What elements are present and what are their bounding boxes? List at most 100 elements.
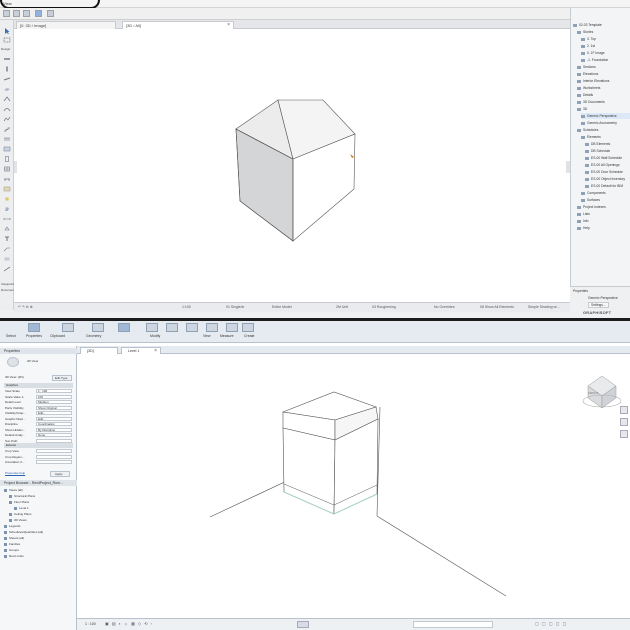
browser-item[interactable]: Structural Plans bbox=[9, 494, 35, 499]
browser-item[interactable]: Revit Links bbox=[4, 554, 24, 559]
railing-tool-icon[interactable] bbox=[3, 136, 11, 142]
marquee-tool-icon[interactable] bbox=[3, 37, 11, 43]
fill-tool-icon[interactable] bbox=[3, 256, 11, 262]
line-tool-icon[interactable] bbox=[3, 266, 11, 272]
paste-button[interactable] bbox=[62, 323, 74, 332]
status-3d-style[interactable]: Simple Shading w/... bbox=[528, 305, 560, 309]
property-value[interactable]: Edit... bbox=[36, 416, 72, 421]
navigator-item[interactable]: Details bbox=[577, 92, 630, 98]
navigator-item[interactable]: ES-00 Object Inventory bbox=[585, 176, 630, 182]
status-dimension[interactable]: 2M Unit bbox=[336, 305, 348, 309]
revit-3d-viewport[interactable]: FRONT bbox=[77, 354, 630, 618]
dimension-tool-icon[interactable] bbox=[3, 216, 11, 222]
text-tool-icon[interactable] bbox=[3, 236, 11, 242]
property-value[interactable]: By Discipline bbox=[36, 427, 72, 432]
stair-tool-icon[interactable] bbox=[3, 126, 11, 132]
pan-icon[interactable] bbox=[620, 430, 628, 438]
navigator-item[interactable]: Generic Axonometry bbox=[581, 120, 630, 126]
navigator-item[interactable]: Lists bbox=[577, 211, 630, 217]
navigator-item[interactable]: Generic Perspective bbox=[581, 113, 630, 119]
navigator-item[interactable]: ES-00 All Openings bbox=[585, 162, 630, 168]
curtain-wall-tool-icon[interactable] bbox=[3, 146, 11, 152]
navigator-item[interactable]: Surfaces bbox=[581, 197, 630, 203]
navigator-item[interactable]: Schedules bbox=[577, 127, 630, 133]
group-extents[interactable]: Extents bbox=[4, 443, 73, 448]
selection-filter-icons[interactable]: ▢ ▢ ▢ ▢ ▢ bbox=[535, 621, 567, 626]
navigator-item[interactable]: 3. Top bbox=[581, 36, 630, 42]
navigator-item[interactable]: Project Indexes bbox=[577, 204, 630, 210]
tab-3d-image[interactable]: [0. 3D / Image] bbox=[16, 21, 116, 29]
navigator-item[interactable]: 3D Documents bbox=[577, 99, 630, 105]
level-dimension-tool-icon[interactable] bbox=[3, 226, 11, 232]
browser-item[interactable]: Groups bbox=[4, 548, 19, 553]
navigator-item[interactable]: DB Schedule bbox=[585, 148, 630, 154]
navigator-item[interactable]: ES-00 Wall Schedule bbox=[585, 155, 630, 161]
toolbar-settings-button[interactable] bbox=[47, 10, 54, 17]
navigator-item[interactable]: Info bbox=[577, 218, 630, 224]
morph-tool-icon[interactable] bbox=[3, 206, 11, 212]
browser-item[interactable]: Ceiling Plans bbox=[9, 512, 32, 517]
column-tool-icon[interactable] bbox=[3, 66, 11, 72]
wall-tool-icon[interactable] bbox=[3, 56, 11, 62]
navigator-item[interactable]: Interior Elevations bbox=[577, 78, 630, 84]
window-tool-icon[interactable] bbox=[3, 166, 11, 172]
property-value[interactable]: 100 bbox=[36, 394, 72, 399]
navigator-item[interactable]: ES-00 Default for BIM bbox=[585, 183, 630, 189]
browser-item[interactable]: Views (all) bbox=[4, 488, 23, 493]
property-value[interactable]: 1 : 100 bbox=[36, 389, 72, 393]
lamp-tool-icon[interactable] bbox=[3, 196, 11, 202]
group-graphics[interactable]: Graphics bbox=[4, 383, 73, 388]
navigator-item[interactable]: -1. Foundation bbox=[581, 57, 630, 63]
steering-wheel-icon[interactable] bbox=[620, 406, 628, 414]
status-renovation[interactable]: 03 Roughening bbox=[372, 305, 396, 309]
rotate-button[interactable] bbox=[186, 323, 198, 332]
tab-3d-all[interactable]: [3D / All] × bbox=[122, 21, 234, 29]
mesh-tool-icon[interactable] bbox=[3, 116, 11, 122]
property-value[interactable] bbox=[36, 454, 72, 459]
modify-button[interactable] bbox=[28, 323, 40, 332]
navigator-item[interactable]: Sections bbox=[577, 64, 630, 70]
property-value[interactable]: Medium bbox=[36, 400, 72, 404]
status-filter-box[interactable] bbox=[413, 621, 493, 628]
close-icon[interactable]: × bbox=[227, 22, 230, 29]
shell-tool-icon[interactable] bbox=[3, 106, 11, 112]
navigator-item[interactable]: Worksheets bbox=[577, 85, 630, 91]
toolbar-arrow-button[interactable] bbox=[3, 10, 10, 17]
navigator-item[interactable]: ES-00 Door Schedule bbox=[585, 169, 630, 175]
property-value[interactable] bbox=[36, 460, 72, 464]
toolbar-3d-button[interactable] bbox=[35, 10, 42, 17]
zoom-icon[interactable] bbox=[620, 418, 628, 426]
slab-tool-icon[interactable] bbox=[3, 86, 11, 92]
archicad-3d-viewport[interactable] bbox=[14, 29, 570, 302]
move-button[interactable] bbox=[166, 323, 178, 332]
properties-settings-button[interactable]: Settings... bbox=[588, 302, 609, 308]
property-value[interactable] bbox=[36, 449, 72, 453]
status-model-view[interactable]: Entire Model bbox=[272, 305, 292, 309]
view-control-icons[interactable]: ▣ ▤ ◐ ☼ ▦ ◇ ⟲ ‹ bbox=[105, 621, 153, 626]
roof-tool-icon[interactable] bbox=[3, 96, 11, 102]
toolbar-layer-button[interactable] bbox=[23, 10, 30, 17]
undo-icon[interactable]: ↶ ↷ ⊖ ⊕ bbox=[18, 305, 33, 309]
tab-3d[interactable]: {3D} bbox=[80, 347, 118, 354]
browser-item[interactable]: Sheets (all) bbox=[4, 536, 24, 541]
join-button[interactable] bbox=[118, 323, 130, 332]
view-scale-control[interactable]: 1 : 100 bbox=[85, 622, 96, 626]
status-graphic-override[interactable]: No Overrides bbox=[434, 305, 455, 309]
status-scale[interactable]: 1:100 bbox=[182, 305, 191, 309]
beam-tool-icon[interactable] bbox=[3, 76, 11, 82]
arrow-tool-icon[interactable] bbox=[3, 28, 11, 34]
object-tool-icon[interactable] bbox=[3, 176, 11, 182]
status-layer-combination[interactable]: 01 Single/ie bbox=[226, 305, 244, 309]
navigator-item[interactable]: Elements bbox=[581, 134, 630, 140]
align-button[interactable] bbox=[146, 323, 158, 332]
navigator-item[interactable]: 3D bbox=[577, 106, 630, 112]
property-value[interactable]: None bbox=[36, 433, 72, 437]
tab-level-1[interactable]: Level 1 × bbox=[121, 347, 161, 354]
navigator-item[interactable]: DB Elements bbox=[585, 141, 630, 147]
navigator-item[interactable]: Stories bbox=[577, 29, 630, 35]
create-button[interactable] bbox=[242, 323, 254, 332]
toolbar-marquee-button[interactable] bbox=[13, 10, 20, 17]
door-tool-icon[interactable] bbox=[3, 156, 11, 162]
browser-item[interactable]: Legends bbox=[4, 524, 21, 529]
navigator-item[interactable]: 2. 1st bbox=[581, 43, 630, 49]
